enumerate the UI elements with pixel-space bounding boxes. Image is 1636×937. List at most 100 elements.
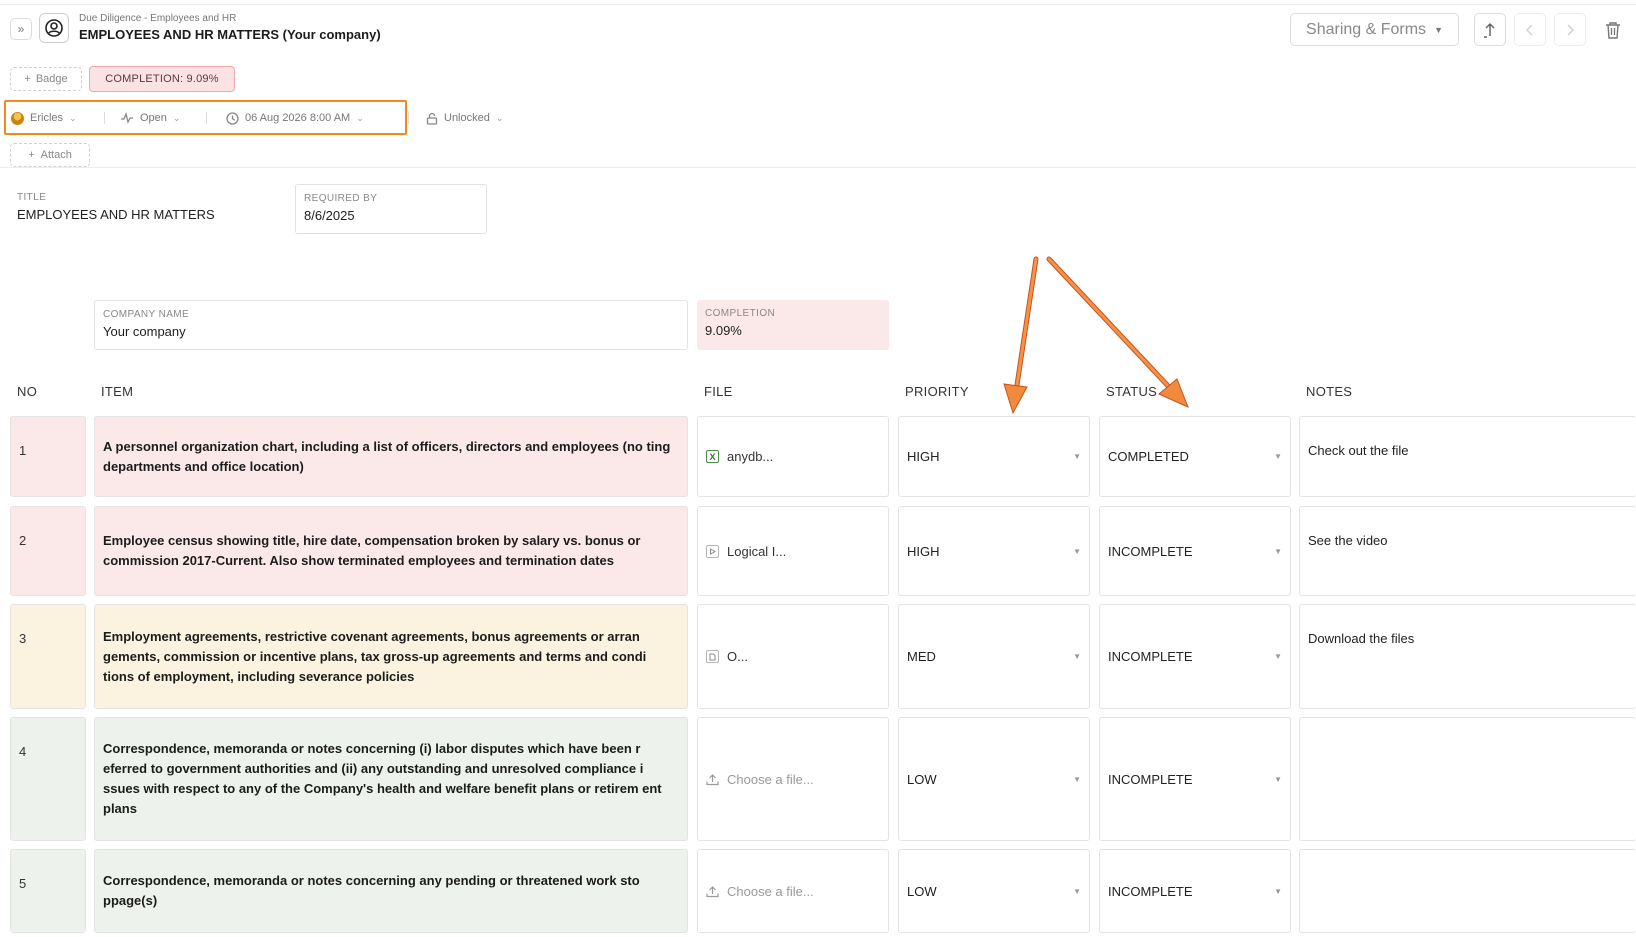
caret-down-icon: ▼	[1073, 886, 1081, 896]
caret-down-icon: ▼	[1274, 546, 1282, 556]
caret-down-icon: ▼	[1274, 452, 1282, 461]
status-dropdown[interactable]: Open ⌄	[120, 108, 180, 128]
status-value: INCOMPLETE	[1108, 771, 1193, 787]
arrow-up-icon	[1484, 22, 1495, 38]
status-value: INCOMPLETE	[1108, 649, 1193, 664]
separator	[104, 112, 105, 124]
status-value: INCOMPLETE	[1108, 543, 1193, 559]
upload-icon	[706, 773, 719, 785]
required-by-field[interactable]: REQUIRED BY 8/6/2025	[295, 184, 487, 234]
separator	[408, 112, 409, 124]
column-header-item: ITEM	[101, 384, 134, 399]
completion-badge[interactable]: COMPLETION: 9.09%	[89, 66, 235, 92]
row-number: 2	[10, 506, 86, 596]
sharing-forms-button[interactable]: Sharing & Forms ▼	[1290, 13, 1459, 46]
completion-field: COMPLETION 9.09%	[697, 300, 889, 350]
row-number: 4	[10, 717, 86, 841]
attach-button[interactable]: + Attach	[10, 143, 90, 167]
priority-select[interactable]: LOW ▼	[898, 717, 1090, 841]
title-value: EMPLOYEES AND HR MATTERS	[17, 207, 215, 222]
chevron-down-icon: ⌄	[495, 112, 504, 123]
status-select[interactable]: INCOMPLETE ▼	[1099, 849, 1291, 933]
status-select[interactable]: INCOMPLETE ▼	[1099, 604, 1291, 709]
caret-down-icon: ▼	[1073, 652, 1081, 661]
notes-cell[interactable]: Download the files	[1299, 604, 1636, 709]
caret-down-icon: ▼	[1274, 774, 1282, 784]
file-upload-cell[interactable]: Choose a file...	[697, 849, 889, 933]
upload-icon	[706, 885, 719, 897]
previous-record-button[interactable]	[1514, 13, 1546, 46]
divider	[0, 167, 1636, 168]
title-field[interactable]: TITLE EMPLOYEES AND HR MATTERS	[17, 192, 215, 222]
expand-sidebar-button[interactable]: »	[10, 18, 32, 40]
caret-down-icon: ▼	[1073, 546, 1081, 556]
row-item-text[interactable]: Correspondence, memoranda or notes conce…	[94, 717, 688, 841]
row-item-text[interactable]: Correspondence, memoranda or notes conce…	[94, 849, 688, 933]
priority-select[interactable]: HIGH ▼	[898, 416, 1090, 497]
excel-file-icon: X	[706, 450, 719, 463]
row-item-text[interactable]: Employment agreements, restrictive coven…	[94, 604, 688, 709]
assignee-dropdown[interactable]: Ericles ⌄	[11, 108, 77, 128]
top-border	[0, 4, 1636, 5]
status-select[interactable]: INCOMPLETE ▼	[1099, 506, 1291, 596]
title-label: TITLE	[17, 192, 47, 203]
chevron-left-icon	[1525, 23, 1533, 36]
breadcrumb[interactable]: Due Diligence - Employees and HR	[79, 13, 236, 24]
notes-cell[interactable]	[1299, 849, 1636, 933]
add-badge-button[interactable]: + Badge	[10, 67, 82, 91]
caret-down-icon: ▼	[1434, 24, 1443, 35]
file-cell[interactable]: O...	[697, 604, 889, 709]
priority-select[interactable]: LOW ▼	[898, 849, 1090, 933]
lock-label: Unlocked	[444, 112, 490, 124]
file-upload-cell[interactable]: Choose a file...	[697, 717, 889, 841]
company-name-field[interactable]: COMPANY NAME Your company	[94, 300, 688, 350]
file-cell[interactable]: X anydb...	[697, 416, 889, 497]
chevron-down-icon: ⌄	[69, 112, 77, 123]
column-header-priority: PRIORITY	[905, 384, 969, 399]
file-name: O...	[727, 649, 748, 664]
unlock-icon	[426, 112, 438, 125]
status-select[interactable]: COMPLETED ▼	[1099, 416, 1291, 497]
row-number: 1	[10, 416, 86, 497]
row-number: 5	[10, 849, 86, 933]
next-record-button[interactable]	[1554, 13, 1586, 46]
lock-dropdown[interactable]: Unlocked ⌄	[426, 108, 503, 128]
completion-value: 9.09%	[705, 323, 742, 338]
activity-icon	[121, 112, 133, 124]
priority-select[interactable]: HIGH ▼	[898, 506, 1090, 596]
file-name: anydb...	[727, 449, 774, 464]
caret-down-icon: ▼	[1073, 452, 1081, 461]
required-by-label: REQUIRED BY	[304, 193, 378, 204]
notes-cell[interactable]	[1299, 717, 1636, 841]
column-header-status: STATUS	[1106, 384, 1158, 399]
priority-value: MED	[907, 649, 936, 664]
add-badge-label: Badge	[35, 73, 68, 85]
due-date-dropdown[interactable]: 06 Aug 2026 8:00 AM ⌄	[226, 108, 364, 128]
status-value: COMPLETED	[1108, 449, 1189, 464]
delete-button[interactable]	[1602, 18, 1624, 42]
caret-down-icon: ▼	[1073, 774, 1081, 784]
document-file-icon	[706, 650, 719, 663]
row-item-text[interactable]: Employee census showing title, hire date…	[94, 506, 688, 596]
chevron-right-icon	[1567, 23, 1575, 36]
column-header-no: NO	[17, 384, 38, 399]
company-name-value: Your company	[103, 324, 186, 339]
caret-down-icon: ▼	[1274, 652, 1282, 661]
priority-value: LOW	[907, 771, 937, 787]
priority-select[interactable]: MED ▼	[898, 604, 1090, 709]
file-placeholder: Choose a file...	[727, 883, 814, 899]
chevron-down-icon: ⌄	[172, 112, 181, 123]
notes-cell[interactable]: See the video	[1299, 506, 1636, 596]
separator	[206, 112, 207, 124]
priority-value: LOW	[907, 883, 937, 899]
upload-up-button[interactable]	[1474, 13, 1506, 46]
file-cell[interactable]: Logical I...	[697, 506, 889, 596]
file-name: Logical I...	[727, 543, 787, 559]
required-by-value: 8/6/2025	[304, 208, 355, 223]
due-date-label: 06 Aug 2026 8:00 AM	[245, 112, 351, 124]
completion-label: COMPLETION	[705, 308, 776, 319]
record-avatar[interactable]	[39, 13, 69, 43]
notes-cell[interactable]: Check out the file	[1299, 416, 1636, 497]
row-item-text[interactable]: A personnel organization chart, includin…	[94, 416, 688, 497]
status-select[interactable]: INCOMPLETE ▼	[1099, 717, 1291, 841]
